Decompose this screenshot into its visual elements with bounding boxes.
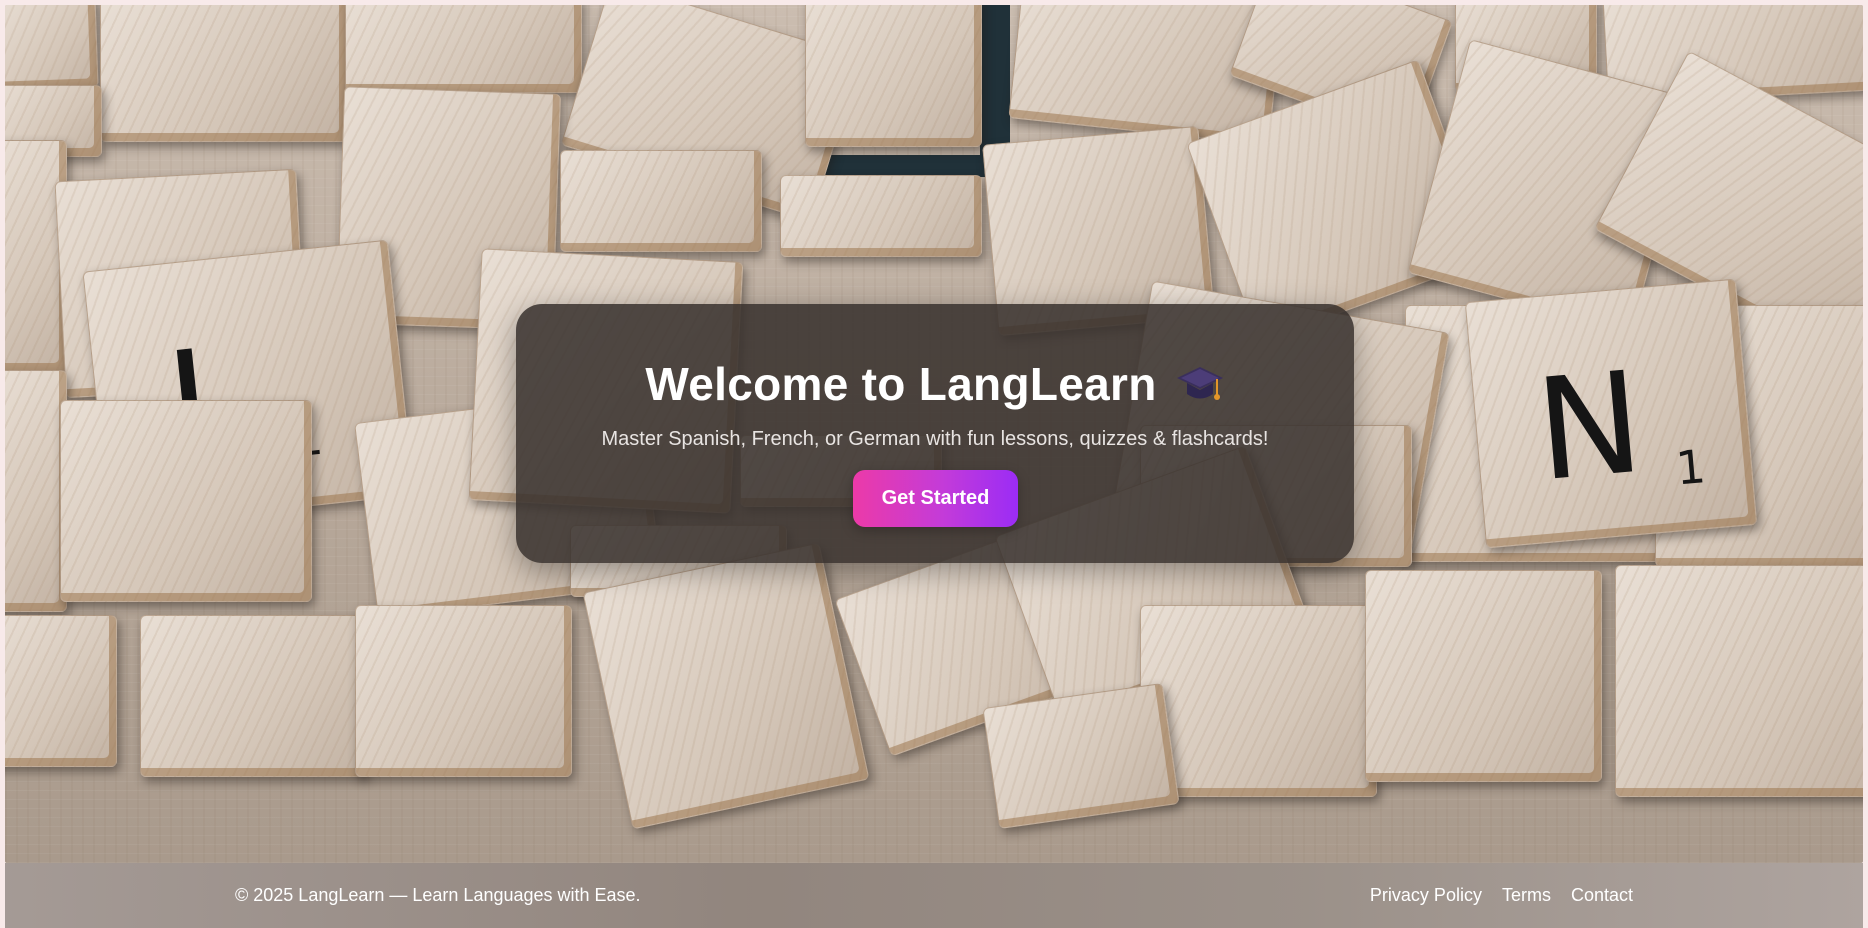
welcome-card: Welcome to LangLearn Master Spanish, Fre… <box>516 304 1354 563</box>
tile-gap <box>980 5 1010 165</box>
footer-copyright: © 2025 LangLearn — Learn Languages with … <box>235 885 641 905</box>
hero-subtitle: Master Spanish, French, or German with f… <box>601 428 1269 450</box>
scrabble-tile-n: N 1 <box>1464 278 1758 549</box>
graduation-cap-icon <box>1175 361 1225 407</box>
footer: © 2025 LangLearn — Learn Languages with … <box>5 863 1863 928</box>
scrabble-tile <box>100 5 347 142</box>
tile-score: 1 <box>1673 439 1708 496</box>
scrabble-tile <box>780 175 982 257</box>
scrabble-tile <box>1140 605 1377 797</box>
terms-link[interactable]: Terms <box>1502 885 1551 906</box>
scrabble-tile <box>5 5 99 91</box>
title-row: Welcome to LangLearn <box>516 354 1354 414</box>
scrabble-tile <box>5 615 117 767</box>
tile-letter: N <box>1530 341 1649 514</box>
scrabble-tile <box>60 400 312 602</box>
page-title: Welcome to LangLearn <box>645 358 1157 410</box>
contact-link[interactable]: Contact <box>1571 885 1633 906</box>
get-started-button[interactable]: Get Started <box>853 470 1018 527</box>
scrabble-tile <box>355 605 572 777</box>
footer-links: Privacy Policy Terms Contact <box>1370 885 1633 906</box>
privacy-policy-link[interactable]: Privacy Policy <box>1370 885 1482 906</box>
scrabble-tile <box>5 370 67 612</box>
scrabble-tile <box>982 682 1180 830</box>
scrabble-tile <box>345 5 582 93</box>
page: L 1 N 1 Welcome to LangLearn <box>0 0 1868 928</box>
scrabble-tile <box>1615 565 1863 797</box>
scrabble-tile <box>560 150 762 252</box>
scrabble-tile <box>805 5 982 147</box>
scrabble-tile <box>1365 570 1602 782</box>
scrabble-tile <box>140 615 367 777</box>
scrabble-tile <box>582 542 870 830</box>
